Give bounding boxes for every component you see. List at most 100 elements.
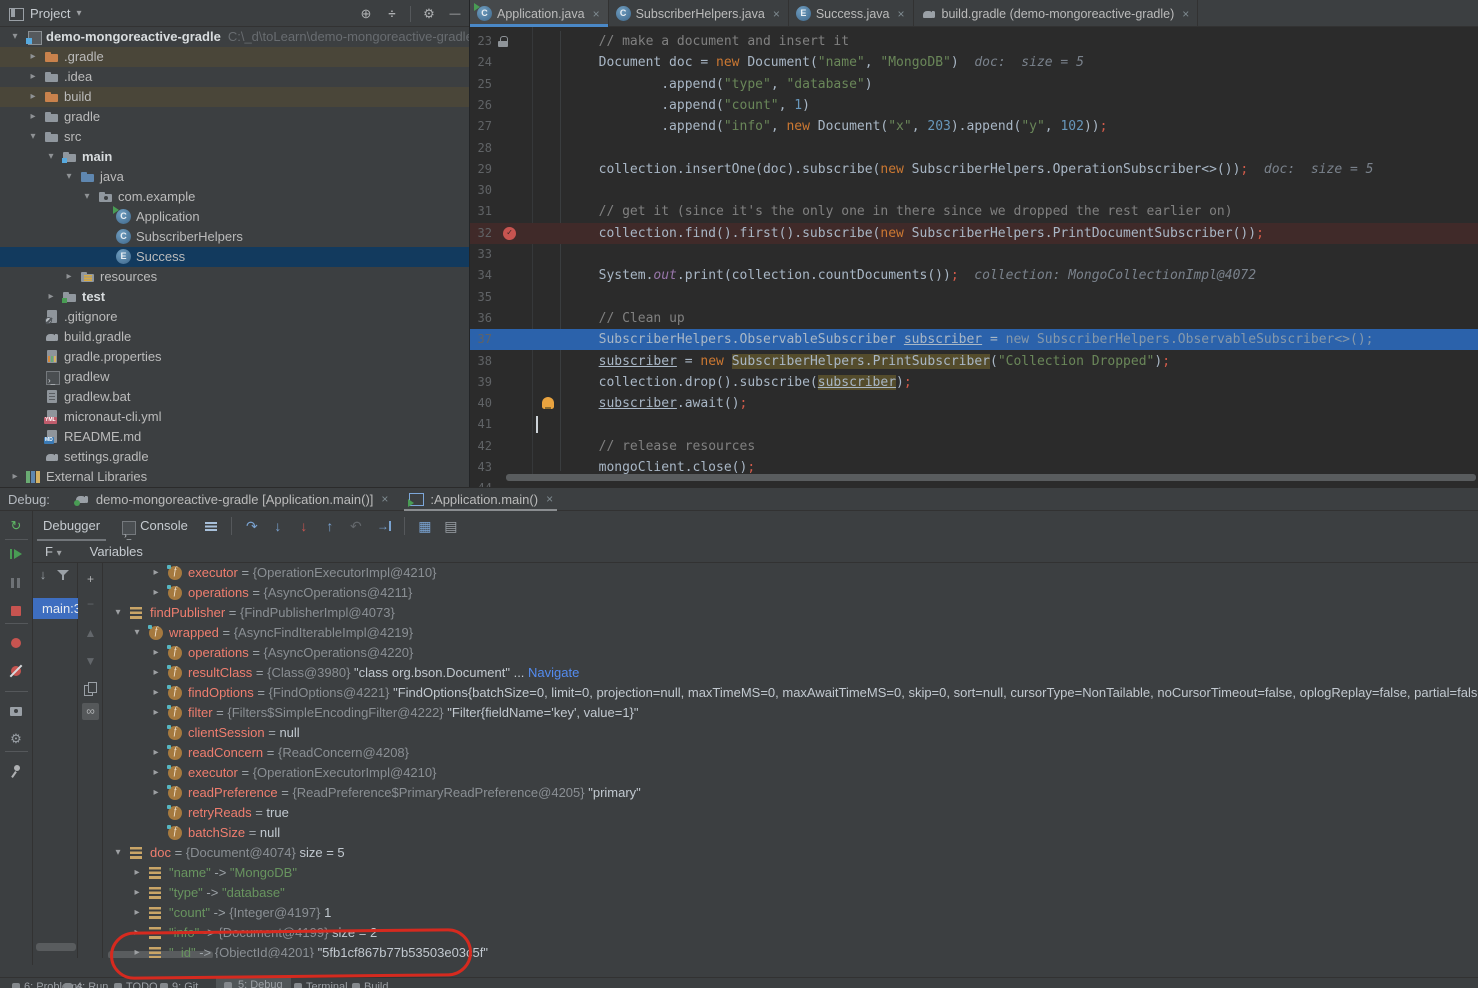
tree-row-main[interactable]: ▾main	[0, 147, 469, 167]
variable-row-wrapped[interactable]: ▾fwrapped = {AsyncFindIterableImpl@4219}	[103, 623, 1478, 643]
chevron-down-icon[interactable]: ▾	[26, 127, 40, 147]
run-to-cursor-icon[interactable]: →	[374, 518, 392, 534]
tree-row-gradle[interactable]: ▸gradle	[0, 107, 469, 127]
tree-row-src[interactable]: ▾src	[0, 127, 469, 147]
code-line-41[interactable]: 41	[470, 414, 1478, 435]
tree-row-micronaut-cli-yml[interactable]: YMLmicronaut-cli.yml	[0, 407, 469, 427]
scroll-down-icon[interactable]: ↓	[35, 567, 51, 583]
tree-row-readme-md[interactable]: MDREADME.md	[0, 427, 469, 447]
variable-row-readConcern[interactable]: ▸freadConcern = {ReadConcern@4208}	[103, 743, 1478, 763]
breakpoint-icon[interactable]: ✓	[503, 227, 516, 240]
close-icon[interactable]: ×	[773, 7, 780, 21]
hide-panel-icon[interactable]: —	[447, 6, 463, 22]
move-up-icon[interactable]: ▲	[82, 625, 99, 642]
variable-row-type[interactable]: ▸"type" -> "database"	[103, 883, 1478, 903]
evaluate-expression-icon[interactable]: ▦	[412, 518, 438, 535]
close-icon[interactable]: ×	[1182, 7, 1189, 21]
chevron-right-icon[interactable]: ▸	[44, 287, 58, 307]
chevron-right-icon[interactable]: ▸	[131, 903, 143, 923]
pause-icon[interactable]	[8, 575, 24, 591]
debug-tab-2[interactable]: :Application.main()×	[398, 488, 563, 511]
variable-row-clientSession[interactable]: fclientSession = null	[103, 723, 1478, 743]
tree-row-build-gradle[interactable]: build.gradle	[0, 327, 469, 347]
chevron-down-icon[interactable]: ▾	[62, 167, 76, 187]
chevron-right-icon[interactable]: ▸	[131, 863, 143, 883]
variable-row-count[interactable]: ▸"count" -> {Integer@4197} 1	[103, 903, 1478, 923]
chevron-down-icon[interactable]: ▾	[131, 623, 143, 643]
toolwindow-button-5-debug[interactable]: 5: Debug	[216, 978, 291, 988]
pin-icon[interactable]	[8, 763, 24, 779]
locate-file-icon[interactable]: ⊕	[358, 6, 374, 22]
chevron-down-icon[interactable]: ▾	[44, 147, 58, 167]
chevron-right-icon[interactable]: ▸	[150, 683, 162, 703]
tab-debugger[interactable]: Debugger	[33, 511, 110, 541]
chevron-right-icon[interactable]: ▸	[62, 267, 76, 287]
resume-icon[interactable]	[8, 547, 24, 563]
duplicate-icon[interactable]	[82, 681, 99, 698]
editor-tab-success-java[interactable]: ESuccess.java×	[789, 0, 914, 27]
variable-row-doc[interactable]: ▾doc = {Document@4074} size = 5	[103, 843, 1478, 863]
toolwindow-button-todo[interactable]: TODO	[112, 981, 158, 988]
chevron-right-icon[interactable]: ▸	[8, 467, 22, 487]
chevron-right-icon[interactable]: ▸	[150, 563, 162, 583]
chevron-right-icon[interactable]: ▸	[150, 643, 162, 663]
code-line-27[interactable]: 27 .append("info", new Document("x", 203…	[470, 116, 1478, 137]
mute-breakpoints-icon[interactable]	[8, 663, 24, 679]
drop-frame-icon[interactable]: ↶	[343, 518, 369, 535]
toolwindow-button-terminal[interactable]: Terminal	[292, 981, 348, 988]
tree-row-external-libraries[interactable]: ▸External Libraries	[0, 467, 469, 487]
editor-tab-subscriberhelpers-java[interactable]: CSubscriberHelpers.java×	[609, 0, 789, 27]
chevron-right-icon[interactable]: ▸	[150, 783, 162, 803]
chevron-right-icon[interactable]: ▸	[150, 583, 162, 603]
code-line-34[interactable]: 34 System.out.print(collection.countDocu…	[470, 265, 1478, 286]
chevron-right-icon[interactable]: ▸	[150, 703, 162, 723]
code-line-30[interactable]: 30	[470, 180, 1478, 201]
code-line-24[interactable]: 24 Document doc = new Document("name", "…	[470, 52, 1478, 73]
tree-row-settings-gradle[interactable]: settings.gradle	[0, 447, 469, 467]
variable-row-name[interactable]: ▸"name" -> "MongoDB"	[103, 863, 1478, 883]
toolwindow-button-build[interactable]: Build	[350, 981, 388, 988]
tree-row-com-example[interactable]: ▾com.example	[0, 187, 469, 207]
variable-row-readPreference[interactable]: ▸freadPreference = {ReadPreference$Prima…	[103, 783, 1478, 803]
tree-row-application[interactable]: CApplication	[0, 207, 469, 227]
add-watch-icon[interactable]: +	[82, 571, 99, 588]
code-line-37[interactable]: 37 SubscriberHelpers.ObservableSubscribe…	[470, 329, 1478, 350]
code-line-33[interactable]: 33	[470, 244, 1478, 265]
tree-row-subscriberhelpers[interactable]: CSubscriberHelpers	[0, 227, 469, 247]
frame-item-main[interactable]: main:3	[33, 598, 78, 619]
code-line-28[interactable]: 28	[470, 138, 1478, 159]
thread-dump-camera-icon[interactable]	[8, 703, 24, 719]
code-line-42[interactable]: 42 // release resources	[470, 436, 1478, 457]
variable-row-findPublisher[interactable]: ▾findPublisher = {FindPublisherImpl@4073…	[103, 603, 1478, 623]
chevron-down-icon[interactable]: ▾	[80, 187, 94, 207]
tree-row--gitignore[interactable]: .gitignore	[0, 307, 469, 327]
code-line-32[interactable]: 32✓ collection.find().first().subscribe(…	[470, 223, 1478, 244]
tree-row-test[interactable]: ▸test	[0, 287, 469, 307]
variable-row-filter[interactable]: ▸ffilter = {Filters$SimpleEncodingFilter…	[103, 703, 1478, 723]
move-down-icon[interactable]: ▼	[82, 653, 99, 670]
code-line-35[interactable]: 35	[470, 287, 1478, 308]
editor-horizontal-scrollbar[interactable]	[506, 474, 1476, 481]
chevron-right-icon[interactable]: ▸	[26, 107, 40, 127]
variable-row-executor[interactable]: ▸fexecutor = {OperationExecutorImpl@4210…	[103, 763, 1478, 783]
tree-row-java[interactable]: ▾java	[0, 167, 469, 187]
code-line-36[interactable]: 36 // Clean up	[470, 308, 1478, 329]
chevron-down-icon[interactable]: ▾	[112, 603, 124, 623]
variable-row-retryReads[interactable]: fretryReads = true	[103, 803, 1478, 823]
rerun-icon[interactable]: ↻	[8, 518, 24, 534]
stop-icon[interactable]	[8, 603, 24, 619]
variable-row-operations[interactable]: ▸foperations = {AsyncOperations@4211}	[103, 583, 1478, 603]
variable-row-executor[interactable]: ▸fexecutor = {OperationExecutorImpl@4210…	[103, 563, 1478, 583]
variable-row-resultClass[interactable]: ▸fresultClass = {Class@3980} "class org.…	[103, 663, 1478, 683]
variable-row-operations[interactable]: ▸foperations = {AsyncOperations@4220}	[103, 643, 1478, 663]
code-editor[interactable]: 23 // make a document and insert it24 Do…	[470, 27, 1478, 487]
step-into-icon[interactable]: ↓	[265, 518, 291, 534]
remove-watch-icon[interactable]: −	[82, 596, 99, 613]
step-out-icon[interactable]: ↑	[317, 518, 343, 534]
force-step-into-icon[interactable]: ↓	[291, 518, 317, 534]
chevron-right-icon[interactable]: ▸	[26, 87, 40, 107]
chevron-right-icon[interactable]: ▸	[26, 67, 40, 87]
code-line-29[interactable]: 29 collection.insertOne(doc).subscribe(n…	[470, 159, 1478, 180]
chevron-down-icon[interactable]: ▾	[8, 27, 22, 47]
frames-horizontal-scrollbar[interactable]	[36, 943, 76, 951]
